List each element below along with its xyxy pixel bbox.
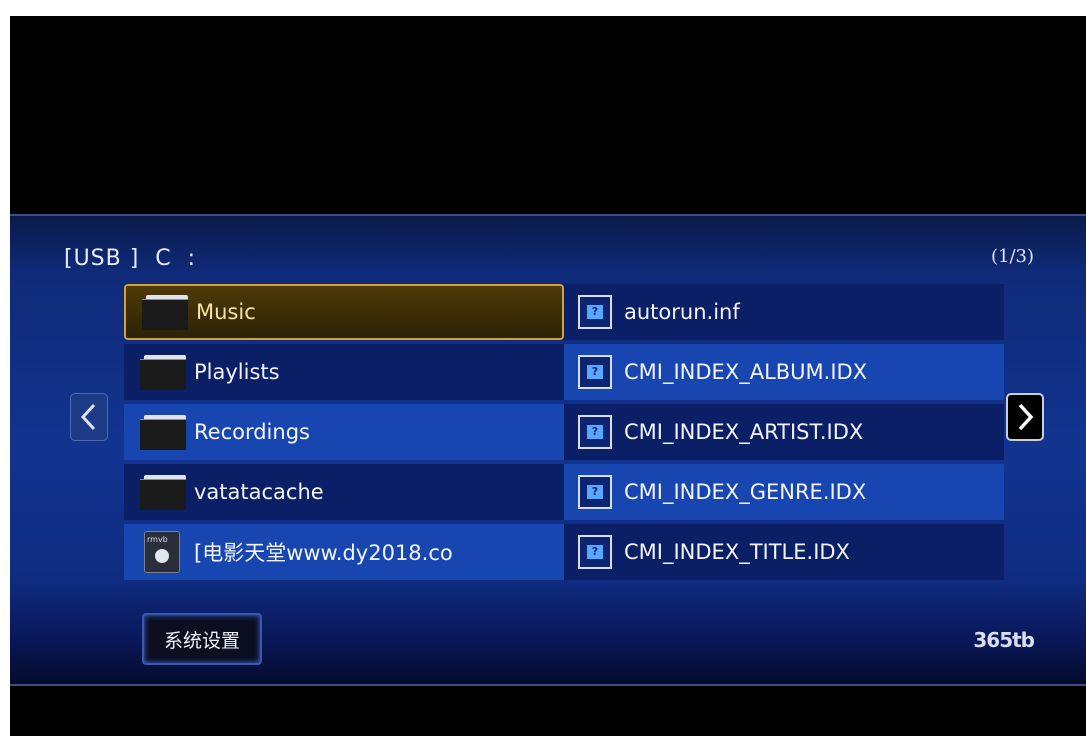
item-label: CMI_INDEX_ALBUM.IDX <box>624 360 868 384</box>
list-item-genre-idx[interactable]: ? CMI_INDEX_GENRE.IDX <box>564 464 1004 520</box>
page-indicator: (1/3) <box>990 246 1034 267</box>
tv-screen: [USB ] C : (1/3) Music Playlists Recordi… <box>10 16 1086 736</box>
movie-format-tag: rmvb <box>147 535 168 544</box>
list-item-album-idx[interactable]: ? CMI_INDEX_ALBUM.IDX <box>564 344 1004 400</box>
list-item-playlists[interactable]: Playlists <box>124 344 564 400</box>
system-settings-button[interactable]: 系统设置 <box>142 613 262 665</box>
item-label: autorun.inf <box>624 300 740 324</box>
folder-icon <box>142 295 188 330</box>
list-item-autorun[interactable]: ? autorun.inf <box>564 284 1004 340</box>
movie-file-icon: rmvb <box>144 531 180 573</box>
item-label: Playlists <box>194 360 280 384</box>
list-item-vatatacache[interactable]: vatatacache <box>124 464 564 520</box>
list-item-title-idx[interactable]: ? CMI_INDEX_TITLE.IDX <box>564 524 1004 580</box>
current-path: [USB ] C : <box>64 246 197 271</box>
chevron-left-icon <box>80 403 96 431</box>
item-label: Recordings <box>194 420 310 444</box>
item-label: [电影天堂www.dy2018.co <box>194 541 453 565</box>
unknown-file-icon: ? <box>578 415 612 449</box>
file-list: ? autorun.inf ? CMI_INDEX_ALBUM.IDX ? CM… <box>564 284 1004 584</box>
list-item-recordings[interactable]: Recordings <box>124 404 564 460</box>
file-browser-panel: [USB ] C : (1/3) Music Playlists Recordi… <box>10 214 1086 686</box>
item-label: CMI_INDEX_ARTIST.IDX <box>624 420 864 444</box>
item-label: Music <box>196 300 256 324</box>
list-item-artist-idx[interactable]: ? CMI_INDEX_ARTIST.IDX <box>564 404 1004 460</box>
item-label: CMI_INDEX_GENRE.IDX <box>624 480 867 504</box>
list-item-movie[interactable]: rmvb [电影天堂www.dy2018.co <box>124 524 564 580</box>
folder-icon <box>140 355 186 390</box>
previous-page-button[interactable] <box>70 393 108 441</box>
folder-list: Music Playlists Recordings vatatacache r… <box>124 284 564 584</box>
item-label: vatatacache <box>194 480 324 504</box>
next-page-button[interactable] <box>1006 393 1044 441</box>
unknown-file-icon: ? <box>578 295 612 329</box>
folder-icon <box>140 475 186 510</box>
folder-icon <box>140 415 186 450</box>
list-item-music[interactable]: Music <box>124 284 564 340</box>
chevron-right-icon <box>1018 403 1034 431</box>
unknown-file-icon: ? <box>578 475 612 509</box>
brand-logo: 365tb <box>973 628 1035 652</box>
unknown-file-icon: ? <box>578 355 612 389</box>
item-label: CMI_INDEX_TITLE.IDX <box>624 540 850 564</box>
unknown-file-icon: ? <box>578 535 612 569</box>
